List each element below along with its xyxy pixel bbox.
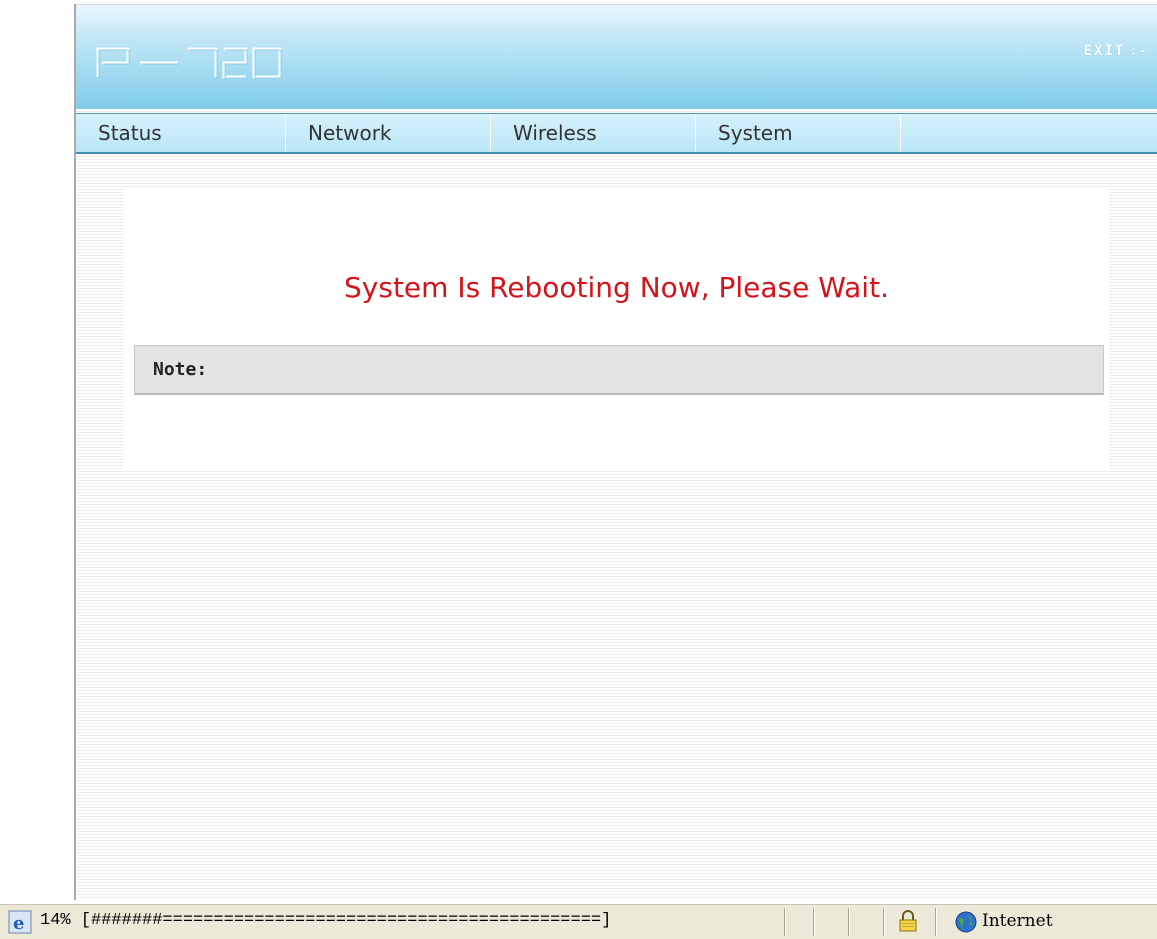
page-load-progress: 14% [#######============================… — [40, 911, 612, 930]
menu-item-system[interactable]: System — [696, 114, 901, 152]
globe-icon — [955, 911, 977, 933]
browser-status-bar: e 14% [#######==========================… — [0, 904, 1157, 939]
menu-item-wireless[interactable]: Wireless — [491, 114, 696, 152]
status-divider — [935, 908, 937, 936]
exit-arrow-icon: :- — [1129, 44, 1149, 59]
status-divider — [784, 908, 786, 936]
content-panel: System Is Rebooting Now, Please Wait. No… — [124, 187, 1109, 470]
logo-icon — [96, 47, 282, 79]
menu-item-status[interactable]: Status — [76, 114, 286, 152]
main-menu: Status Network Wireless System — [76, 113, 1157, 154]
reboot-message: System Is Rebooting Now, Please Wait. — [344, 271, 889, 304]
status-divider — [883, 908, 885, 936]
exit-label: EXIT — [1083, 43, 1126, 59]
router-page: EXIT:- Status Network Wireless System Sy… — [74, 4, 1157, 900]
svg-text:e: e — [13, 913, 24, 934]
page-header: EXIT:- — [76, 4, 1157, 109]
exit-button[interactable]: EXIT:- — [1084, 43, 1149, 59]
menu-item-network[interactable]: Network — [286, 114, 491, 152]
security-zone: Internet — [982, 911, 1053, 931]
status-divider — [848, 908, 850, 936]
status-divider — [813, 908, 815, 936]
note-label: Note: — [153, 359, 208, 380]
note-bar: Note: — [134, 345, 1104, 395]
lock-icon — [899, 910, 917, 932]
ie-icon: e — [8, 910, 32, 934]
